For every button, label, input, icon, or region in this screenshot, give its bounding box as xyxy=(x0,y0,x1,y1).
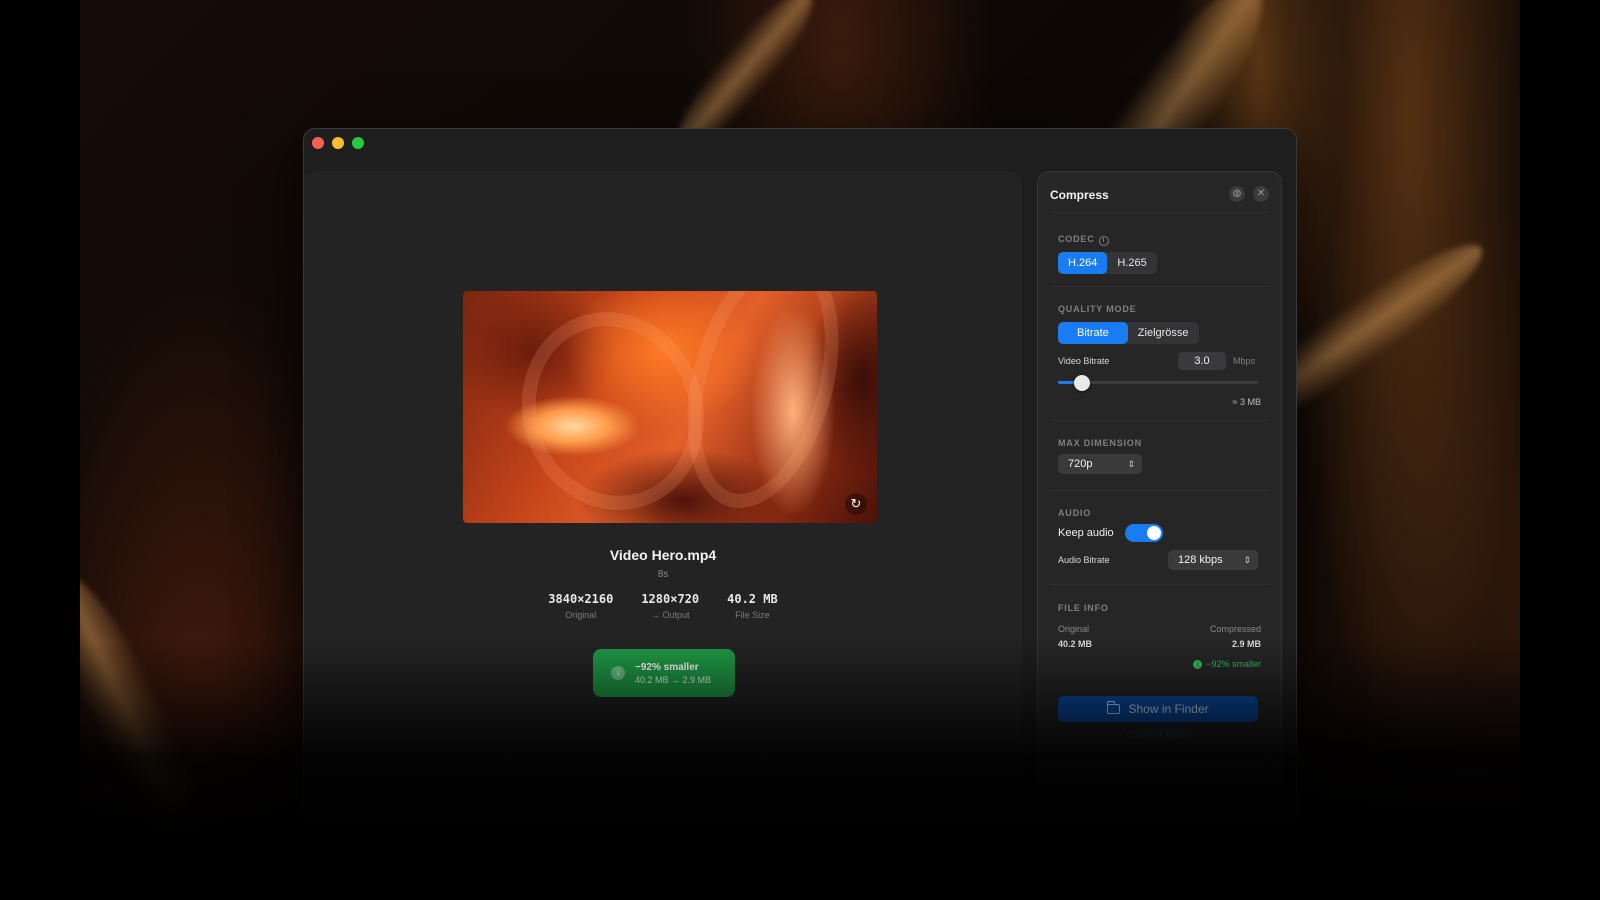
stat-label: Original xyxy=(565,610,597,620)
download-arrow-icon: ↓ xyxy=(611,666,625,680)
stat-label: File Size xyxy=(735,610,770,620)
preview-pane: ↻ Video Hero.mp4 8s 3840×2160 Original 1… xyxy=(304,171,1022,900)
compress-panel: Compress ◍ ✕ CODEC i H.264 H.265 QUALITY … xyxy=(1037,171,1282,900)
estimated-size: ≈ 3 MB xyxy=(1232,397,1261,407)
file-info-key: Original xyxy=(1058,624,1090,634)
video-bitrate-label: Video Bitrate xyxy=(1058,356,1110,366)
chevron-updown-icon: ⇕ xyxy=(1243,555,1251,565)
slider-thumb[interactable] xyxy=(1074,375,1090,391)
info-icon[interactable]: i xyxy=(1098,236,1109,246)
file-info-label: FILE INFO xyxy=(1058,603,1109,613)
stat-output-resolution: 1280×720 → Output xyxy=(641,592,699,620)
panel-title: Compress xyxy=(1050,188,1109,202)
result-title: −92% smaller xyxy=(635,661,699,673)
divider xyxy=(1050,584,1269,585)
stat-file-size: 40.2 MB File Size xyxy=(727,592,778,620)
stat-value: 40.2 MB xyxy=(727,592,778,606)
quality-mode-segmented-control: Bitrate Zielgrösse xyxy=(1058,322,1199,344)
check-circle-icon: ↓ xyxy=(1193,659,1203,669)
codec-h264-option[interactable]: H.264 xyxy=(1058,252,1108,274)
audio-label: AUDIO xyxy=(1058,508,1091,518)
divider xyxy=(1050,286,1269,287)
video-thumbnail[interactable]: ↻ xyxy=(463,291,877,523)
window-controls xyxy=(312,137,364,149)
panel-header: Compress ◍ ✕ xyxy=(1050,186,1269,204)
file-info-key: Compressed xyxy=(1209,624,1261,634)
app-window: ↻ Video Hero.mp4 8s 3840×2160 Original 1… xyxy=(303,128,1297,900)
file-info-original: Original 40.2 MB xyxy=(1058,624,1092,649)
stat-value: 3840×2160 xyxy=(548,592,614,606)
reload-icon[interactable]: ↻ xyxy=(845,493,867,515)
file-stats: 3840×2160 Original 1280×720 → Output 40.… xyxy=(304,592,1022,620)
close-window-button[interactable] xyxy=(312,137,324,149)
max-dimension-label: MAX DIMENSION xyxy=(1058,438,1142,448)
select-value: 720p xyxy=(1068,458,1093,470)
audio-bitrate-select[interactable]: 128 kbps ⇕ xyxy=(1168,550,1258,570)
convert-again-link[interactable]: Convert Again xyxy=(1058,730,1258,741)
close-icon[interactable]: ✕ xyxy=(1253,186,1269,202)
codec-segmented-control: H.264 H.265 xyxy=(1058,252,1157,274)
select-value: 128 kbps xyxy=(1178,554,1223,566)
divider xyxy=(1050,212,1269,213)
file-name: Video Hero.mp4 xyxy=(609,547,717,563)
toggle-knob xyxy=(1147,526,1161,540)
stat-label: → Output xyxy=(650,610,690,620)
saving-text: −92% smaller xyxy=(1206,659,1261,669)
quality-mode-bitrate-option[interactable]: Bitrate xyxy=(1058,322,1128,344)
keep-audio-label: Keep audio xyxy=(1058,527,1114,539)
audio-bitrate-label: Audio Bitrate xyxy=(1058,555,1110,565)
quality-mode-label: QUALITY MODE xyxy=(1058,304,1137,314)
show-in-finder-button[interactable]: Show in Finder xyxy=(1058,696,1258,722)
show-in-finder-label: Show in Finder xyxy=(1128,702,1209,716)
max-dimension-select[interactable]: 720p ⇕ xyxy=(1058,454,1142,474)
codec-h265-option[interactable]: H.265 xyxy=(1107,252,1156,274)
file-info-saving: ↓ −92% smaller xyxy=(1193,659,1261,669)
result-detail: 40.2 MB → 2.9 MB xyxy=(635,674,712,685)
keep-audio-toggle[interactable] xyxy=(1125,524,1163,542)
divider xyxy=(1050,490,1269,491)
divider xyxy=(1050,420,1269,421)
file-duration: 8s xyxy=(657,569,669,580)
folder-icon xyxy=(1106,701,1121,714)
quality-mode-target-size-option[interactable]: Zielgrösse xyxy=(1128,322,1199,344)
video-bitrate-slider[interactable] xyxy=(1058,375,1258,391)
video-bitrate-input[interactable]: 3.0 xyxy=(1178,352,1226,370)
minimize-window-button[interactable] xyxy=(332,137,344,149)
file-info-value: 2.9 MB xyxy=(1231,639,1261,649)
stat-original-resolution: 3840×2160 Original xyxy=(548,592,613,620)
file-info-value: 40.2 MB xyxy=(1058,639,1093,649)
file-info-compressed: Compressed 2.9 MB xyxy=(1210,624,1261,649)
chevron-updown-icon: ⇕ xyxy=(1127,459,1135,469)
codec-label: CODEC i xyxy=(1058,234,1109,246)
stat-value: 1280×720 xyxy=(641,592,700,606)
globe-icon[interactable]: ◍ xyxy=(1229,186,1245,202)
video-bitrate-unit: Mbps xyxy=(1233,356,1256,366)
maximize-window-button[interactable] xyxy=(352,137,364,149)
compression-result-badge[interactable]: ↓ −92% smaller 40.2 MB → 2.9 MB xyxy=(593,649,735,697)
